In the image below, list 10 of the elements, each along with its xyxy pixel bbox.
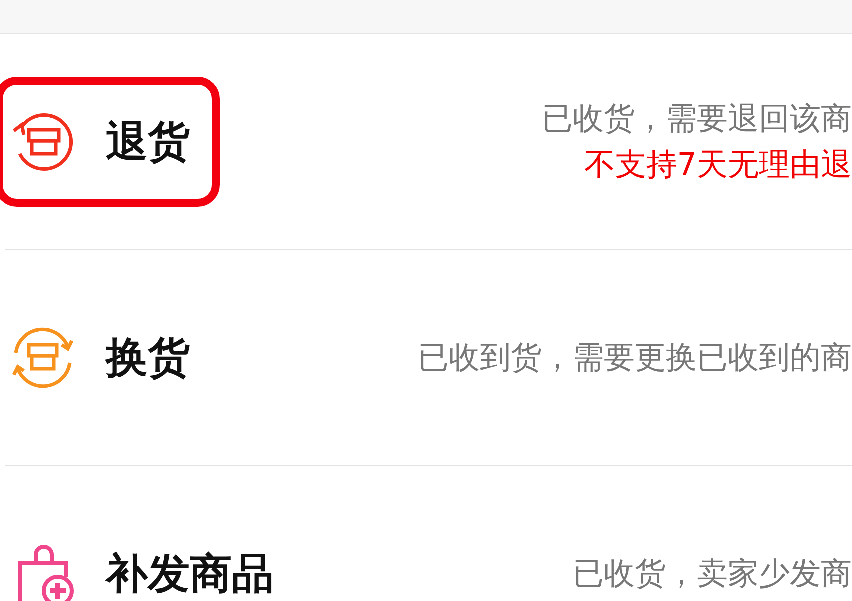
option-title: 退货 bbox=[106, 116, 190, 168]
option-warning: 不支持7天无理由退 bbox=[584, 146, 852, 184]
option-description: 已收到货，需要更换已收到的商 bbox=[418, 338, 852, 378]
option-description: 已收货，需要退回该商 bbox=[542, 100, 852, 138]
option-row[interactable]: 补发商品 已收货，卖家少发商 bbox=[5, 466, 852, 601]
option-title: 补发商品 bbox=[106, 548, 274, 600]
option-row[interactable]: 退货 已收货，需要退回该商 不支持7天无理由退 bbox=[5, 34, 852, 250]
option-row[interactable]: 换货 已收到货，需要更换已收到的商 bbox=[5, 250, 852, 466]
option-title: 换货 bbox=[106, 332, 190, 384]
option-description: 已收货，卖家少发商 bbox=[573, 554, 852, 594]
